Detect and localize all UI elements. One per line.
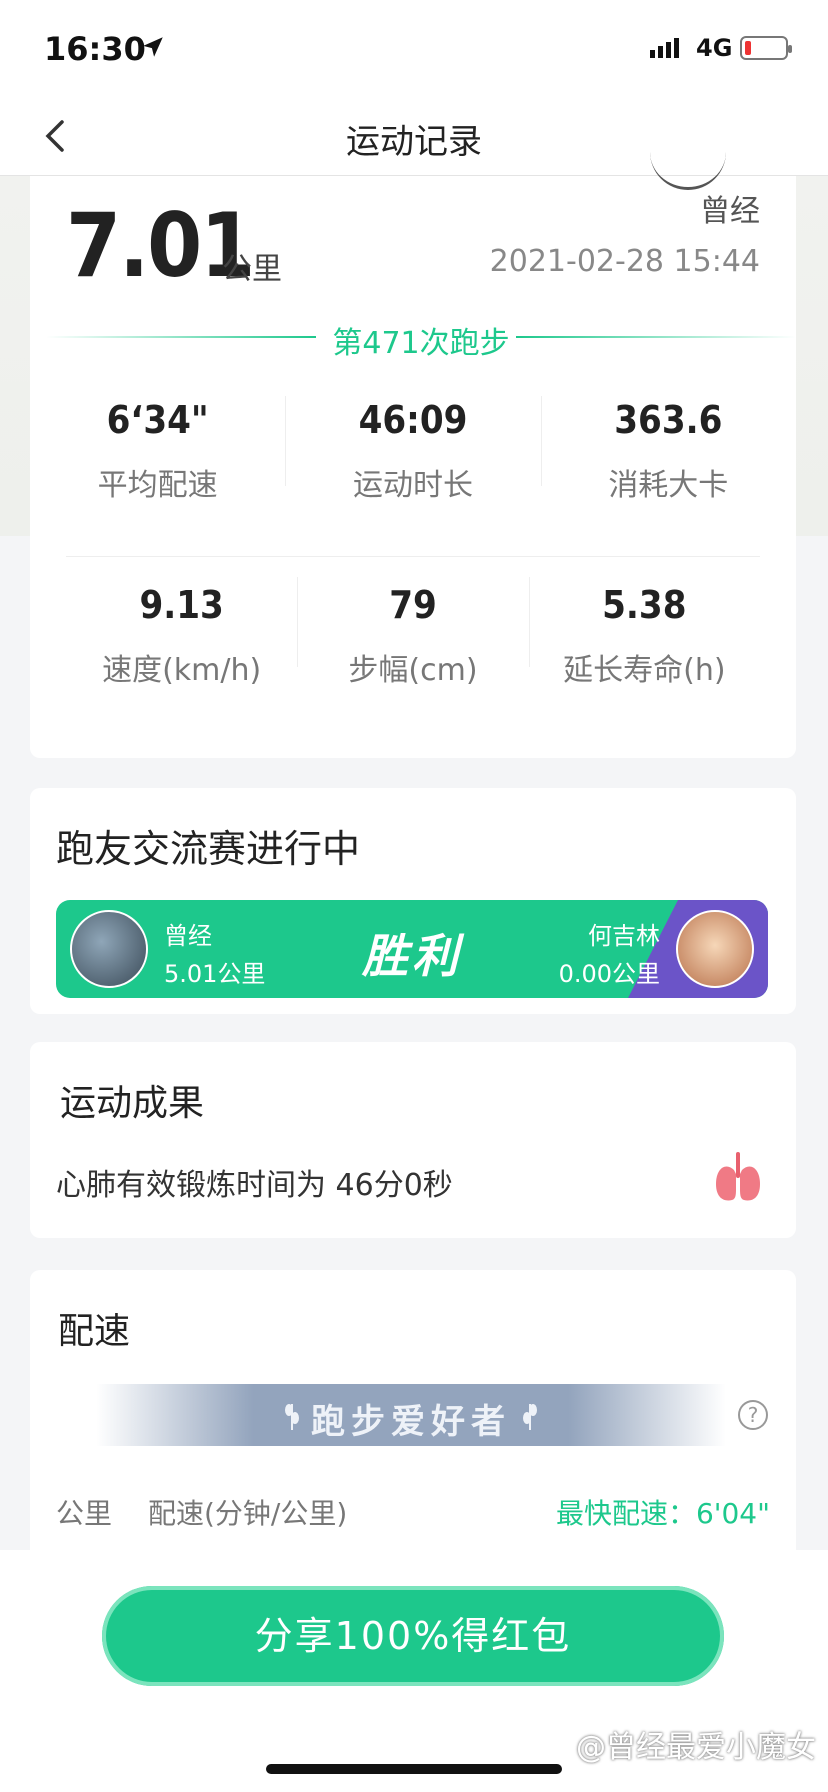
distance-unit: 公里 (222, 252, 282, 287)
stat-value: 9.13 (139, 583, 224, 627)
wheat-icon (523, 1404, 537, 1430)
exercise-result-card: 运动成果 心肺有效锻炼时间为 46分0秒 (30, 1042, 796, 1238)
status-bar: 16:30 4G (0, 0, 828, 96)
lungs-icon (716, 1152, 760, 1201)
bottom-bar: 分享100%得红包 @曾经最爱小魔女 (0, 1550, 828, 1792)
run-summary-card: 曾经 7.01 公里 2021-02-28 15:44 第471次跑步 6‘34… (30, 176, 796, 758)
stat-value: 6‘34" (106, 398, 209, 442)
runner-level-banner: 跑步爱好者 (96, 1384, 726, 1446)
opponent-distance: 0.00公里 (558, 960, 660, 988)
stat-label: 运动时长 (352, 468, 473, 503)
divider-line (516, 336, 796, 338)
stats-row: 6‘34" 平均配速 46:09 运动时长 363.6 消耗大卡 (30, 376, 796, 556)
competition-title: 跑友交流赛进行中 (56, 827, 361, 871)
fastest-pace: 最快配速：6'04" (555, 1497, 770, 1530)
stat-value: 363.6 (614, 398, 723, 442)
pace-column-pace: 配速(分钟/公里) (148, 1497, 348, 1530)
share-button[interactable]: 分享100%得红包 (102, 1586, 724, 1686)
watermark: @曾经最爱小魔女 (576, 1730, 816, 1765)
stat-stride: 79 步幅(cm) (297, 557, 528, 736)
competition-result: 胜利 (362, 929, 462, 983)
run-datetime: 2021-02-28 15:44 (489, 244, 760, 279)
stats-row: 9.13 速度(km/h) 79 步幅(cm) 5.38 延长寿命(h) (66, 556, 760, 736)
cardio-time-text: 心肺有效锻炼时间为 46分0秒 (56, 1168, 453, 1203)
stat-duration: 46:09 运动时长 (285, 376, 540, 556)
run-count-label: 第471次跑步 (332, 326, 510, 361)
stat-avg-pace: 6‘34" 平均配速 (30, 376, 285, 556)
pace-column-km: 公里 (56, 1497, 113, 1530)
stat-value: 79 (389, 583, 437, 627)
competition-card: 跑友交流赛进行中 曾经 5.01公里 胜利 何吉林 0.00公里 (30, 788, 796, 1014)
stat-value: 5.38 (602, 583, 687, 627)
stat-speed: 9.13 速度(km/h) (66, 557, 297, 736)
pace-card: 配速 跑步爱好者 ? 公里 配速(分钟/公里) 最快配速：6'04" (30, 1270, 796, 1550)
pace-title: 配速 (58, 1311, 131, 1352)
stat-value: 46:09 (358, 398, 468, 442)
result-title: 运动成果 (60, 1083, 205, 1124)
stats-grid: 6‘34" 平均配速 46:09 运动时长 363.6 消耗大卡 9.13 速度… (30, 376, 796, 736)
home-indicator (266, 1764, 562, 1774)
battery-level (745, 41, 751, 55)
opponent-avatar (676, 910, 754, 988)
battery-icon (740, 36, 792, 60)
status-time: 16:30 (44, 30, 146, 68)
stat-label: 消耗大卡 (608, 468, 729, 503)
network-type: 4G (696, 34, 733, 62)
opponent-name: 何吉林 (588, 922, 660, 950)
run-count-divider: 第471次跑步 (46, 316, 796, 361)
stat-label: 步幅(cm) (348, 653, 478, 688)
stat-label: 延长寿命(h) (563, 653, 726, 688)
stat-calories: 363.6 消耗大卡 (540, 376, 796, 556)
help-icon[interactable]: ? (738, 1400, 768, 1430)
stat-label: 平均配速 (97, 468, 218, 503)
location-arrow-icon (143, 37, 163, 57)
competition-banner[interactable]: 曾经 5.01公里 胜利 何吉林 0.00公里 (56, 900, 768, 998)
user-name: 曾经 (700, 194, 760, 229)
stat-life-extension: 5.38 延长寿命(h) (528, 557, 760, 736)
runner-level-text: 跑步爱好者 (311, 1402, 511, 1442)
avatar[interactable] (650, 150, 726, 190)
signal-icon (650, 38, 679, 58)
stat-label: 速度(km/h) (102, 653, 262, 688)
